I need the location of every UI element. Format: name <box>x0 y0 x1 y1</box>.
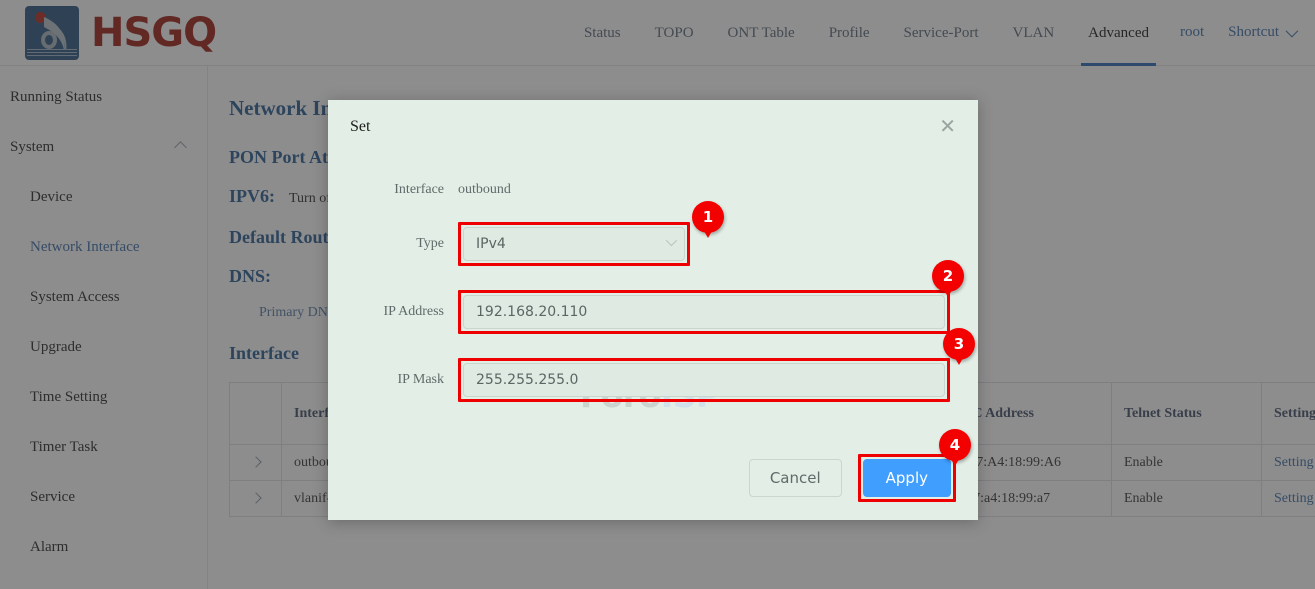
ip-address-label: IP Address <box>328 304 458 320</box>
apply-button[interactable]: Apply <box>863 459 951 497</box>
annotation-badge-3: 3 <box>943 328 975 360</box>
form-row-type: Type IPv4 <box>328 222 978 266</box>
dialog-title: Set <box>350 118 370 136</box>
form-row-ip-mask: IP Mask 255.255.255.0 <box>328 358 978 402</box>
type-highlight-box: IPv4 <box>458 222 690 266</box>
ip-address-highlight-box: 192.168.20.110 <box>458 290 950 334</box>
dialog-footer: Cancel Apply <box>749 454 956 502</box>
app-root: HSGQ Status TOPO ONT Table Profile Servi… <box>0 0 1315 589</box>
ip-mask-label: IP Mask <box>328 372 458 388</box>
form-row-ip-address: IP Address 192.168.20.110 <box>328 290 978 334</box>
interface-label: Interface <box>328 182 458 198</box>
type-select-value[interactable]: IPv4 <box>463 227 685 261</box>
ip-address-input[interactable]: 192.168.20.110 <box>463 295 945 329</box>
form-row-interface: Interface outbound <box>328 182 978 198</box>
annotation-badge-4: 4 <box>939 429 971 461</box>
type-select[interactable]: IPv4 <box>463 227 685 261</box>
apply-highlight-box: Apply <box>858 454 956 502</box>
set-interface-dialog: ForoISP Set ✕ Interface outbound Type IP… <box>328 100 978 520</box>
interface-value: outbound <box>458 182 511 198</box>
annotation-badge-2: 2 <box>932 260 964 292</box>
close-icon[interactable]: ✕ <box>939 117 956 137</box>
dialog-form: Interface outbound Type IPv4 IP Address … <box>328 154 978 402</box>
ip-mask-input[interactable]: 255.255.255.0 <box>463 363 945 397</box>
ip-mask-highlight-box: 255.255.255.0 <box>458 358 950 402</box>
cancel-button[interactable]: Cancel <box>749 459 842 497</box>
type-label: Type <box>328 236 458 252</box>
dialog-header: Set ✕ <box>328 100 978 154</box>
annotation-badge-1: 1 <box>692 201 724 233</box>
